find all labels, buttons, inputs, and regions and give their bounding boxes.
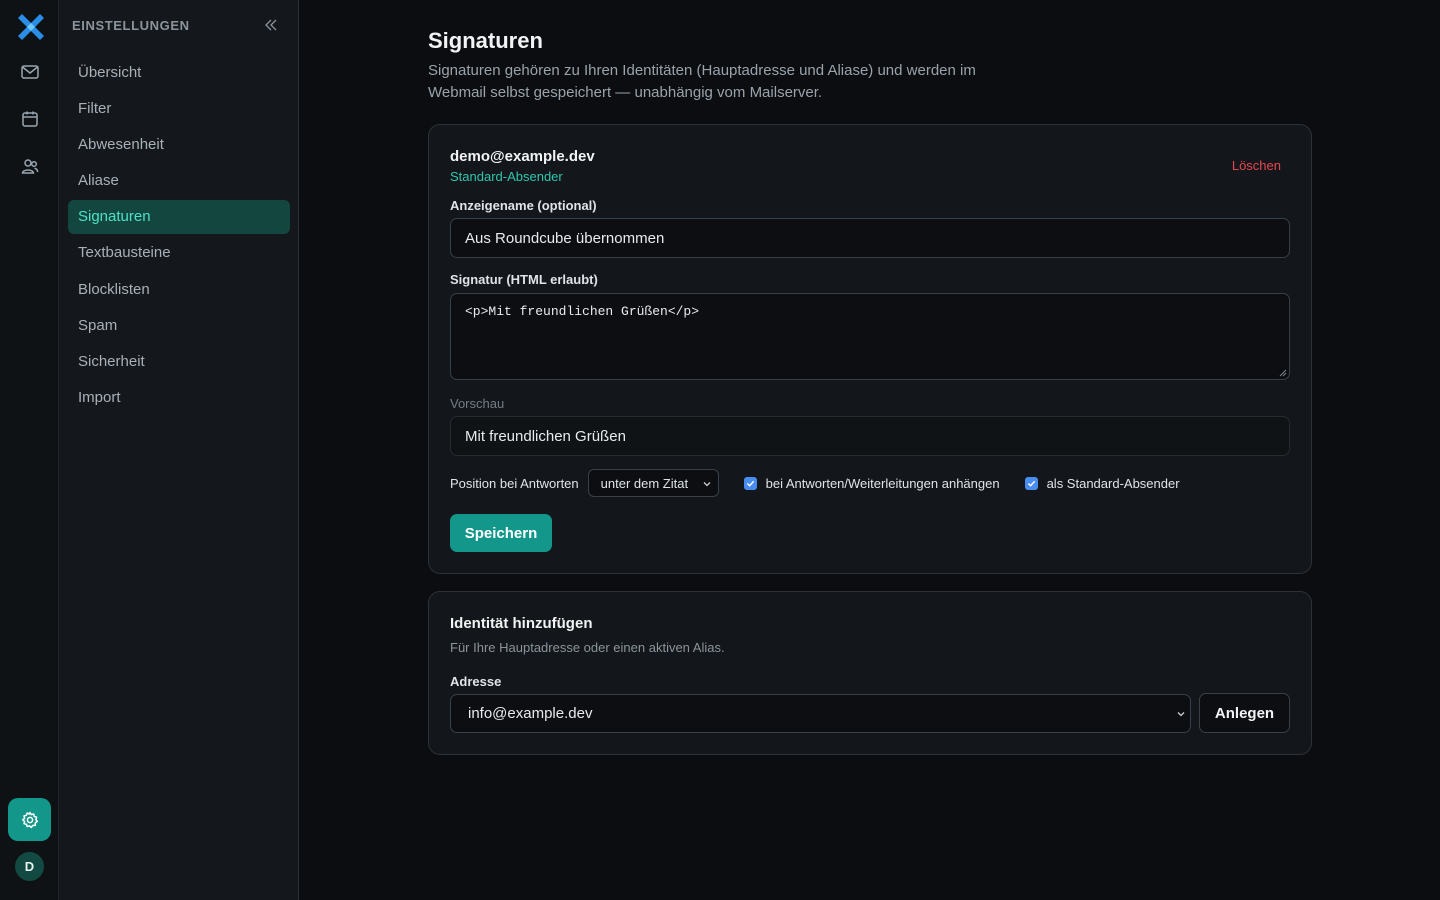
- attach-label: bei Antworten/Weiterleitungen anhängen: [765, 475, 1000, 491]
- save-button[interactable]: Speichern: [450, 514, 552, 552]
- position-select[interactable]: unter dem Zitat: [587, 469, 719, 497]
- sidebar-title: EINSTELLUNGEN: [72, 18, 190, 33]
- address-select-value: info@example.dev: [468, 705, 593, 722]
- attach-checkbox[interactable]: [743, 476, 757, 490]
- default-sender-checkbox[interactable]: [1024, 476, 1038, 490]
- sidebar-item-signaturen[interactable]: Signaturen: [68, 199, 290, 234]
- check-icon: [746, 480, 754, 487]
- add-identity-card: Identität hinzufügen Für Ihre Hauptadres…: [428, 591, 1312, 755]
- display-name-label: Anzeigename (optional): [450, 198, 597, 213]
- options-row: Position bei Antworten unter dem Zitat b…: [450, 469, 1290, 497]
- check-icon: [1027, 480, 1035, 487]
- signature-textarea[interactable]: <p>Mit freundlichen Grüßen</p>: [450, 293, 1290, 380]
- sidebar-item-textbausteine[interactable]: Textbausteine: [68, 236, 290, 270]
- user-avatar[interactable]: D: [15, 852, 44, 881]
- attach-checkbox-wrap[interactable]: bei Antworten/Weiterleitungen anhängen: [743, 475, 1000, 491]
- add-identity-description: Für Ihre Hauptadresse oder einen aktiven…: [450, 640, 725, 655]
- chevron-down-icon: [703, 482, 711, 487]
- display-name-input[interactable]: Aus Roundcube übernommen: [450, 218, 1290, 258]
- page-description: Signaturen gehören zu Ihren Identitäten …: [428, 62, 976, 101]
- sidebar-item-blocklisten[interactable]: Blocklisten: [68, 272, 290, 306]
- sidebar-item-uebersicht[interactable]: Übersicht: [68, 55, 290, 89]
- sidebar-item-abwesenheit[interactable]: Abwesenheit: [68, 127, 290, 161]
- settings-gear-icon[interactable]: [8, 798, 51, 841]
- identity-card: demo@example.dev Standard-Absender Lösch…: [428, 124, 1312, 574]
- signature-preview: Mit freundlichen Grüßen: [450, 416, 1290, 456]
- page-title: Signaturen: [428, 28, 543, 53]
- add-identity-title: Identität hinzufügen: [450, 615, 593, 632]
- delete-button[interactable]: Löschen: [1232, 158, 1281, 173]
- calendar-icon[interactable]: [8, 97, 51, 140]
- settings-nav: Übersicht Filter Abwesenheit Aliase Sign…: [68, 55, 290, 417]
- create-identity-button[interactable]: Anlegen: [1199, 693, 1290, 733]
- sidebar-item-filter[interactable]: Filter: [68, 91, 290, 125]
- sidebar-item-sicherheit[interactable]: Sicherheit: [68, 345, 290, 379]
- preview-label: Vorschau: [450, 396, 505, 411]
- position-select-value: unter dem Zitat: [600, 475, 689, 491]
- signature-text: <p>Mit freundlichen Grüßen</p>: [465, 304, 700, 319]
- contacts-icon[interactable]: [8, 144, 51, 187]
- sidebar-item-import[interactable]: Import: [68, 381, 290, 415]
- address-label: Adresse: [450, 674, 502, 689]
- collapse-sidebar-icon[interactable]: [262, 16, 280, 34]
- address-select[interactable]: info@example.dev: [450, 694, 1191, 733]
- default-sender-badge: Standard-Absender: [450, 169, 563, 184]
- main-content: Signaturen Signaturen gehören zu Ihren I…: [300, 0, 1440, 900]
- sidebar-item-aliase[interactable]: Aliase: [68, 164, 290, 198]
- signature-label: Signatur (HTML erlaubt): [450, 272, 598, 287]
- chevron-down-icon: [1177, 712, 1185, 717]
- identity-email: demo@example.dev: [450, 148, 595, 165]
- default-sender-checkbox-wrap[interactable]: als Standard-Absender: [1024, 475, 1180, 491]
- icon-rail: D: [0, 0, 59, 900]
- resize-grip-icon[interactable]: [1279, 369, 1287, 377]
- mail-icon[interactable]: [8, 50, 51, 93]
- position-label: Position bei Antworten: [450, 475, 579, 491]
- default-sender-label: als Standard-Absender: [1046, 475, 1180, 491]
- sidebar-item-spam[interactable]: Spam: [68, 308, 290, 342]
- app-logo-icon[interactable]: [15, 14, 45, 42]
- settings-sidebar: EINSTELLUNGEN Übersicht Filter Abwesenhe…: [59, 0, 299, 900]
